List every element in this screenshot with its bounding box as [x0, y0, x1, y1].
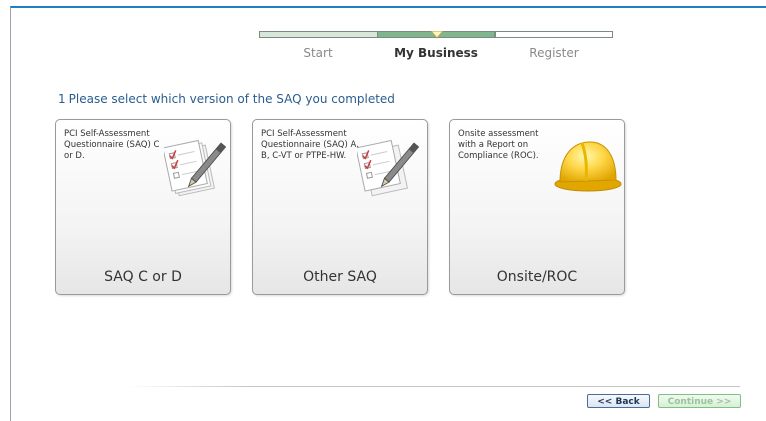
step-label-start: Start — [303, 46, 333, 60]
option-card-saq-c-or-d[interactable]: PCI Self-Assessment Questionnaire (SAQ) … — [55, 119, 231, 295]
progress-bar-start — [259, 31, 378, 38]
question-number: 1 — [58, 92, 66, 106]
progress-bars — [259, 31, 613, 39]
hard-hat-icon — [554, 141, 622, 192]
question-text: Please select which version of the SAQ y… — [68, 92, 395, 106]
card-description: PCI Self-Assessment Questionnaire (SAQ) … — [261, 129, 359, 161]
progress-bar-register — [495, 31, 613, 38]
option-card-other-saq[interactable]: PCI Self-Assessment Questionnaire (SAQ) … — [252, 119, 428, 295]
step-label-register: Register — [529, 46, 579, 60]
step-label-my-business: My Business — [394, 46, 478, 60]
card-title: Onsite/ROC — [496, 269, 578, 285]
progress-labels: Start My Business Register — [259, 46, 613, 62]
card-description: PCI Self-Assessment Questionnaire (SAQ) … — [64, 129, 160, 161]
option-card-onsite-roc[interactable]: Onsite assessment with a Report on Compl… — [449, 119, 625, 295]
current-step-marker-icon — [430, 31, 444, 39]
card-title: SAQ C or D — [104, 269, 182, 285]
progress-steps: Start My Business Register — [259, 31, 613, 62]
checklist-pen-icon — [164, 139, 227, 197]
card-description: Onsite assessment with a Report on Compl… — [458, 129, 539, 161]
question-prompt: 1 Please select which version of the SAQ … — [58, 92, 395, 106]
checklist-pen-icon — [357, 139, 420, 197]
card-title: Other SAQ — [303, 269, 377, 285]
continue-button[interactable]: Continue >> — [658, 394, 741, 408]
footer-divider — [128, 386, 740, 387]
back-button[interactable]: << Back — [587, 394, 650, 408]
